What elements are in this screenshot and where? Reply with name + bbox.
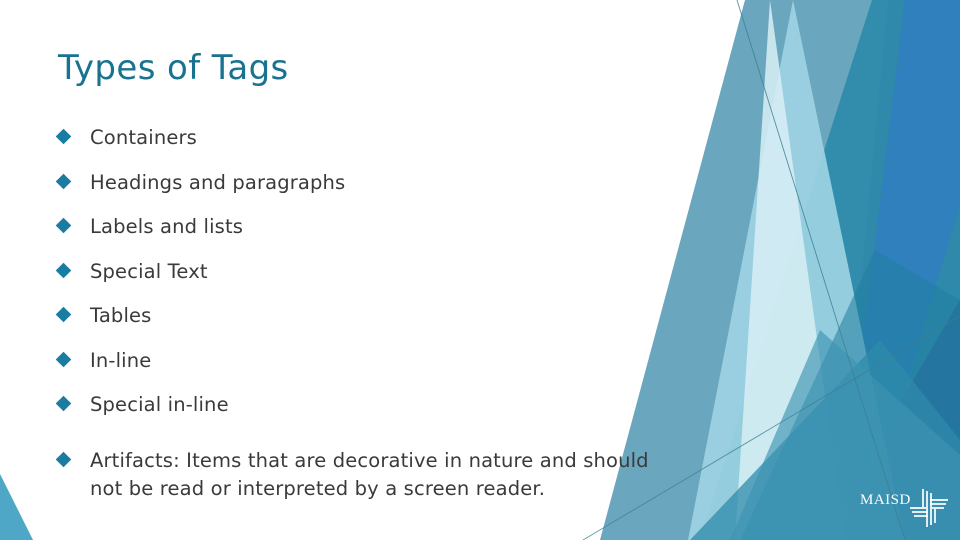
list-item: Special Text (55, 258, 718, 286)
diamond-bullet-icon (55, 451, 72, 468)
page-title: Types of Tags (58, 48, 289, 88)
decor-shape-dark-teal-wedge (700, 0, 960, 540)
list-item-label: Headings and paragraphs (90, 170, 346, 194)
list-item-label: Tables (90, 304, 152, 327)
slide: Types of Tags Containers Headings and pa… (0, 0, 960, 540)
decor-shape-bright-blue-sliver (838, 0, 960, 540)
list-item-artifacts: Artifacts: Items that are decorative in … (55, 447, 718, 503)
list-item-label: Containers (90, 126, 197, 149)
decor-shape-deep-blue-field (766, 0, 960, 540)
list-item: Labels and lists (55, 213, 718, 241)
bullet-list: Containers Headings and paragraphs Label… (55, 124, 718, 520)
list-item: Tables (55, 302, 718, 330)
diamond-bullet-icon (55, 217, 72, 234)
list-item-label-artifacts: Artifacts: Items that are decorative in … (90, 447, 718, 503)
artifacts-line-2: not be read or interpreted by a screen r… (90, 477, 546, 500)
list-item-label: Special Text (90, 259, 208, 283)
diamond-bullet-icon (55, 351, 72, 367)
artifacts-line-1: Artifacts: Items that are decorative in … (90, 449, 649, 472)
decor-hairline-vertical (736, 0, 906, 540)
maisd-logo: MAISD (860, 487, 952, 533)
decor-shape-pale-triangle (688, 0, 905, 540)
diamond-bullet-icon (55, 128, 72, 145)
diamond-bullet-icon (55, 173, 72, 189)
list-item-label: Special in-line (90, 393, 229, 416)
woven-grid-mark-icon (910, 489, 948, 527)
list-item-label: In-line (90, 348, 152, 372)
diamond-bullet-icon (55, 395, 72, 412)
decor-shape-very-pale-triangle (735, 0, 845, 540)
diamond-bullet-icon (55, 262, 72, 278)
list-item-label: Labels and lists (90, 215, 244, 238)
diamond-bullet-icon (55, 306, 72, 323)
list-item: In-line (55, 347, 718, 375)
decor-shape-corner-wedge (0, 474, 33, 540)
list-item: Headings and paragraphs (55, 169, 718, 197)
logo-wordmark: MAISD (860, 492, 911, 508)
list-item: Containers (55, 124, 718, 152)
list-item: Special in-line (55, 391, 718, 419)
